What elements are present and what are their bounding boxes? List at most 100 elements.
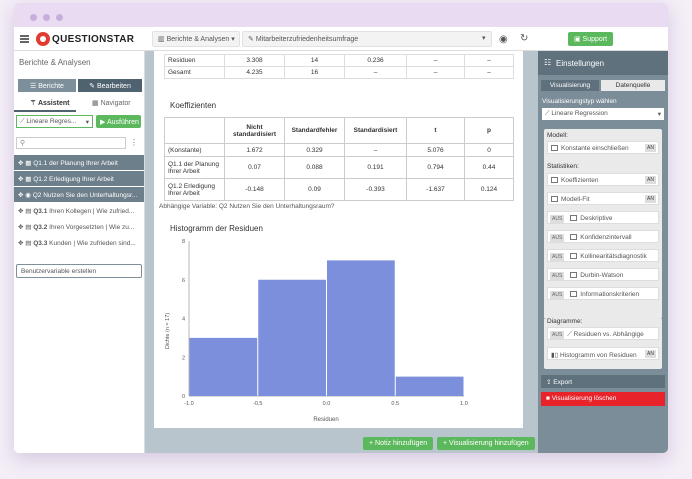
option-information-criteria[interactable]: AUS Informationskriterien (547, 287, 659, 300)
y-tick-label: 0 (182, 394, 185, 400)
chevron-down-icon: ▾ (231, 36, 235, 43)
create-variable-button[interactable]: Benutzervariable erstellen (16, 264, 142, 278)
option-collinearity[interactable]: AUS Kollinearitätsdiagnostik (547, 249, 659, 262)
toggle-badge[interactable]: AN (645, 350, 656, 358)
search-icon: ⚲ (20, 140, 26, 147)
crumb-survey[interactable]: ✎ Mitarbeiterzufriedenheitsumfrage (242, 31, 492, 47)
toggle-badge[interactable]: AN (645, 144, 656, 152)
support-button[interactable]: ▣ Support (568, 32, 614, 46)
table-icon: ▦ (25, 160, 32, 167)
export-button[interactable]: ⇪ Export (541, 375, 665, 388)
settings-icon: ☷ (544, 58, 552, 67)
add-note-button[interactable]: + Notiz hinzufügen (363, 437, 434, 450)
crumb-reports[interactable]: ▥ Berichte & Analysen ▾ (152, 31, 240, 47)
bar-chart-icon: ▮▯ (551, 352, 560, 359)
table-row: (Konstante) 1.672 0.329 – 5.076 0 (164, 143, 514, 157)
regression-icon: ⟋ (20, 118, 25, 125)
table-icon (551, 177, 558, 183)
histogram-bar-0 (189, 337, 258, 396)
window-dot-2[interactable] (43, 14, 50, 21)
x-tick-label: 1.0 (460, 401, 468, 407)
table-icon (551, 145, 558, 151)
anova-table: Residuen 3.308 14 0.236 – – Gesamt 4.235… (164, 54, 514, 79)
drag-icon: ✥ (18, 176, 24, 183)
more-options-icon[interactable]: ⋮ (130, 138, 138, 147)
tab-visualization[interactable]: Visualisierung (541, 80, 599, 91)
table-icon (570, 291, 578, 297)
visualization-type-label: Visualisierungstyp wählen (542, 98, 617, 105)
tab-navigator[interactable]: ▦ Navigator (92, 99, 131, 107)
matrix-icon: ▤ (25, 240, 32, 247)
toggle-badge[interactable]: AUS (550, 291, 565, 299)
variable-item-q3-1[interactable]: ✥ ▤ Q3.1 Ihren Kollegen | Wie zufried... (14, 203, 144, 218)
toggle-badge[interactable]: AUS (550, 253, 565, 261)
option-descriptives[interactable]: AUS Deskriptive (547, 211, 659, 224)
table-icon (570, 253, 578, 259)
histogram-bar-3 (395, 376, 464, 396)
option-confidence-interval[interactable]: AUS Konfidenzintervall (547, 230, 659, 243)
menu-icon[interactable] (20, 35, 29, 37)
table-icon (551, 196, 558, 202)
toggle-badge[interactable]: AUS (550, 215, 565, 223)
x-axis-label: Residuen (313, 417, 338, 423)
x-tick-label: -1.0 (184, 401, 193, 407)
eye-icon[interactable]: ◉ (499, 34, 508, 45)
variable-item-q3-2[interactable]: ✥ ▤ Q3.2 Ihren Vorgesetzten | Wie zu... (14, 219, 144, 234)
option-model-fit[interactable]: Modell-Fit AN (547, 192, 659, 205)
toggle-badge[interactable]: AUS (550, 234, 565, 242)
option-residuals-vs-dependent[interactable]: AUS ⟋ Residuen vs. Abhängige (547, 327, 659, 340)
chevron-down-icon[interactable]: ▾ (477, 31, 491, 47)
drag-icon: ✥ (18, 208, 24, 215)
toggle-badge[interactable]: AN (645, 176, 656, 184)
diagrams-box: Diagramme: AUS ⟋ Residuen vs. Abhängige ▮… (544, 318, 662, 369)
matrix-icon: ▤ (25, 224, 32, 231)
option-durbin-watson[interactable]: AUS Durbin-Watson (547, 268, 659, 281)
window-dot-1[interactable] (30, 14, 37, 21)
tab-data-source[interactable]: Datenquelle (601, 80, 665, 91)
variable-search-input[interactable]: ⚲ (16, 137, 126, 149)
pencil-icon: ✎ (89, 83, 96, 90)
coefficients-title: Koeffizienten (170, 101, 217, 110)
toggle-badge[interactable]: AUS (550, 272, 565, 280)
residuals-histogram: Dichte (n = 17) Residuen -1.0 -0.5 0.0 0.5 1… (165, 239, 468, 423)
settings-panel: ☷ Einstellungen Visualisierung Datenquel… (538, 51, 668, 453)
toggle-badge[interactable]: AN (645, 195, 656, 203)
app-window: QUESTIONSTAR ▥ Berichte & Analysen ▾ ✎ M… (14, 3, 668, 453)
chart-icon: ▥ (158, 36, 165, 43)
variable-item-q1-1[interactable]: ✥ ▦ Q1.1 der Planung Ihrer Arbeit (14, 155, 144, 170)
chevron-down-icon: ▾ (85, 119, 89, 126)
chevron-down-icon: ▾ (657, 111, 661, 118)
x-tick-label: -0.5 (253, 401, 262, 407)
variable-item-q1-2[interactable]: ✥ ▦ Q1.2 Erledigung Ihrer Arbeit (14, 171, 144, 186)
option-include-constant[interactable]: Konstante einschließen AN (547, 141, 659, 154)
option-residual-histogram[interactable]: ▮▯ Histogramm von Residuen AN (547, 347, 659, 360)
window-dot-3[interactable] (56, 14, 63, 21)
plus-icon: + (369, 440, 374, 447)
refresh-icon[interactable]: ↻ (520, 33, 528, 44)
options-box: Modell: Konstante einschließen AN Statis… (544, 129, 662, 319)
add-visualization-button[interactable]: + Visualisierung hinzufügen (437, 437, 535, 450)
reports-button[interactable]: ☰ Berichte (18, 79, 76, 92)
top-bar: QUESTIONSTAR ▥ Berichte & Analysen ▾ ✎ M… (14, 27, 668, 51)
chat-icon: ▣ (574, 36, 581, 43)
tab-assistant[interactable]: ⚚ Assistent (30, 99, 69, 107)
edit-button[interactable]: ✎ Bearbeiten (78, 79, 142, 92)
option-coefficients[interactable]: Koeffizienten AN (547, 173, 659, 186)
x-tick-label: 0.5 (391, 401, 399, 407)
variable-item-q2[interactable]: ✥ ◉ Q2 Nutzen Sie den Unterhaltungsr... (14, 187, 144, 202)
radio-icon: ◉ (25, 192, 31, 199)
drag-icon: ✥ (18, 240, 24, 247)
table-row: Residuen 3.308 14 0.236 – – (164, 54, 514, 67)
toggle-badge[interactable]: AUS (550, 331, 565, 339)
report-card: Residuen 3.308 14 0.236 – – Gesamt 4.235… (154, 51, 523, 428)
visualization-type-select[interactable]: ⟋ Lineare Regression ▾ (542, 108, 664, 120)
y-tick-label: 8 (182, 239, 185, 245)
table-icon (570, 215, 578, 221)
run-button[interactable]: ▶ Ausführen (96, 115, 141, 128)
tab-active-indicator (14, 110, 76, 112)
method-select[interactable]: ⟋ Lineare Regres... ▾ (16, 115, 93, 128)
delete-visualization-button[interactable]: ■ Visualisierung löschen (541, 392, 665, 406)
left-panel: Berichte & Analysen ☰ Berichte ✎ Bearbei… (14, 51, 145, 453)
histogram-bar-1 (258, 279, 326, 396)
variable-item-q3-3[interactable]: ✥ ▤ Q3.3 Kunden | Wie zufrieden sind... (14, 235, 144, 250)
